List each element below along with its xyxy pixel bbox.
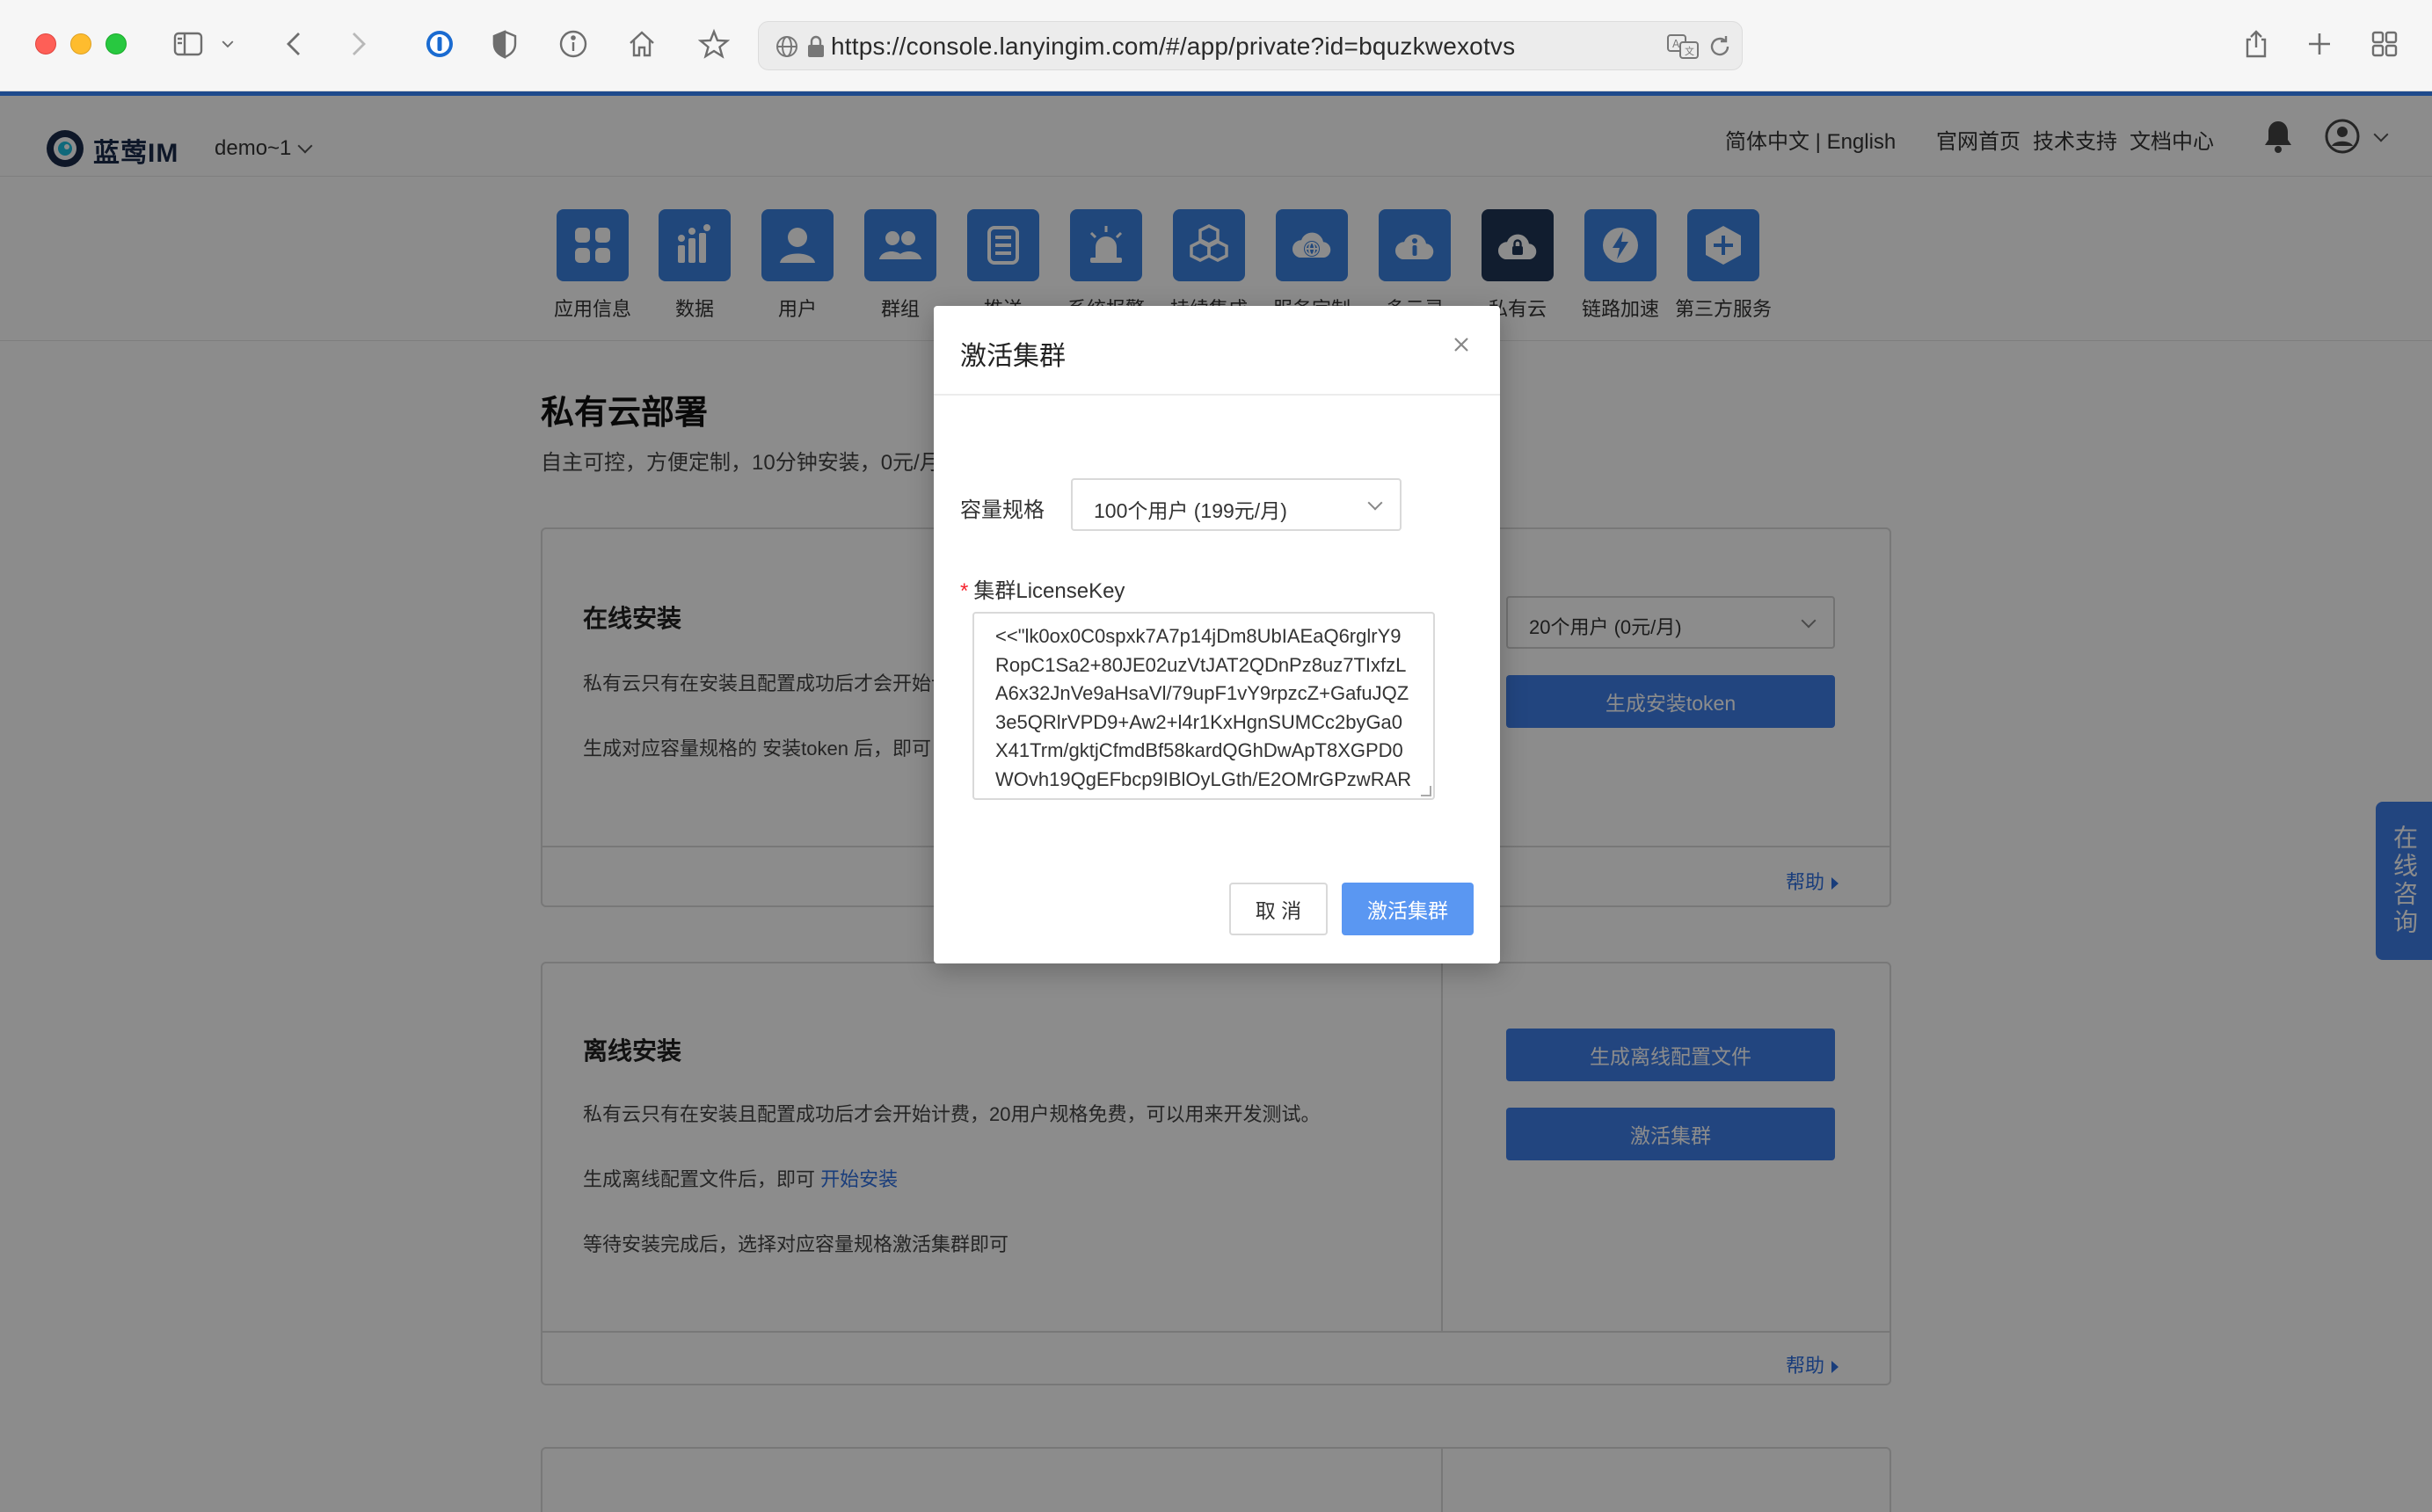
cancel-button[interactable]: 取 消 [1229, 883, 1328, 935]
address-bar[interactable]: https://console.lanyingim.com/#/app/priv… [758, 21, 1743, 70]
capacity-select[interactable]: 100个用户 (199元/月) [1071, 478, 1402, 531]
resize-grip-icon[interactable] [1421, 786, 1431, 796]
tab-group-chevron-icon[interactable] [216, 25, 239, 63]
capacity-select-value: 100个用户 (199元/月) [1094, 499, 1287, 522]
sidebar-toggle-icon[interactable] [169, 25, 208, 63]
browser-toolbar: https://console.lanyingim.com/#/app/priv… [0, 0, 2432, 91]
lock-icon [808, 35, 824, 57]
info-icon[interactable] [554, 25, 593, 63]
chevron-down-icon [1367, 495, 1383, 511]
svg-text:文: 文 [1685, 45, 1694, 57]
required-asterisk: * [960, 579, 969, 603]
star-icon[interactable] [695, 25, 733, 63]
globe-icon [776, 36, 797, 57]
svg-text:A: A [1672, 38, 1680, 50]
shield-icon[interactable] [485, 25, 524, 63]
capacity-label: 容量规格 [960, 498, 1045, 522]
home-icon[interactable] [623, 25, 661, 63]
back-arrow-icon[interactable] [276, 25, 315, 63]
zoom-window-button[interactable] [106, 33, 127, 55]
dialog-title: 激活集群 [960, 342, 1066, 371]
activate-cluster-dialog: 激活集群 容量规格 100个用户 (199元/月) * 集群LicenseKey … [934, 306, 1500, 963]
close-icon[interactable] [1449, 332, 1474, 357]
password-manager-icon[interactable] [420, 25, 459, 63]
new-tab-plus-icon[interactable] [2300, 25, 2339, 63]
license-label: * 集群LicenseKey [960, 573, 1125, 604]
dialog-divider [934, 394, 1500, 396]
url-text[interactable]: https://console.lanyingim.com/#/app/priv… [831, 33, 1515, 61]
reload-icon[interactable] [1707, 33, 1733, 60]
forward-arrow-icon[interactable] [338, 25, 376, 63]
minimize-window-button[interactable] [70, 33, 91, 55]
license-key-textarea[interactable]: <<"lk0ox0C0spxk7A7p14jDm8UbIAEaQ6rglrY9 … [972, 612, 1435, 800]
activate-cluster-confirm-button[interactable]: 激活集群 [1342, 883, 1474, 935]
tab-overview-icon[interactable] [2365, 25, 2404, 63]
close-window-button[interactable] [35, 33, 56, 55]
share-icon[interactable] [2237, 25, 2275, 63]
license-label-text: 集群LicenseKey [973, 579, 1125, 603]
translate-icon[interactable]: A文 [1666, 33, 1700, 61]
